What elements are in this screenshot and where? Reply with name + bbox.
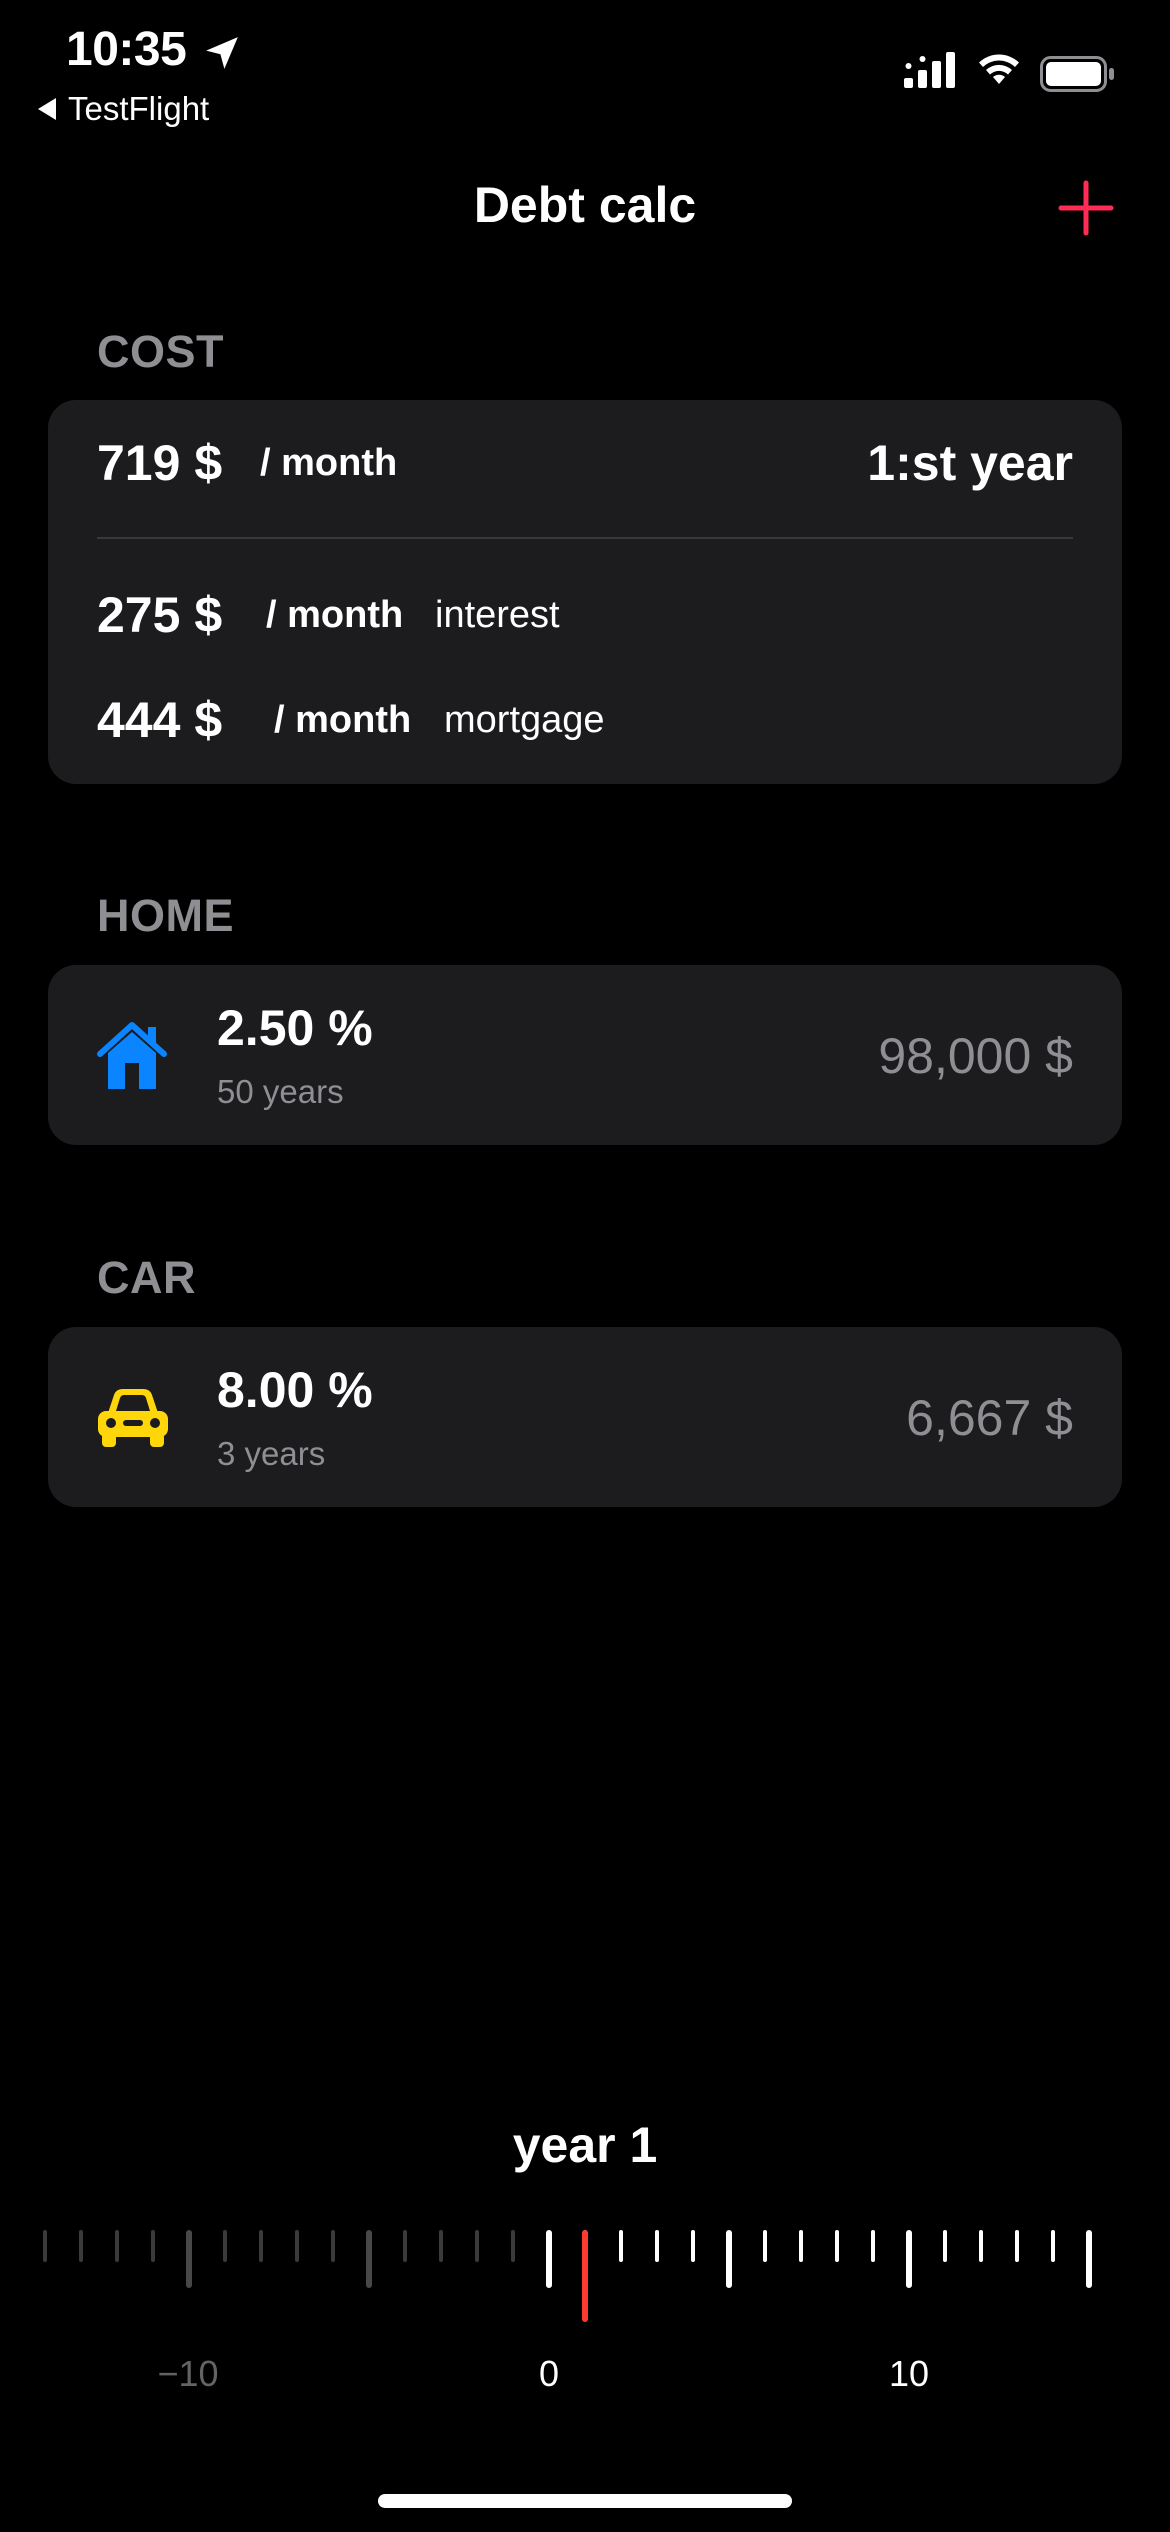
ruler-label-10: 10 [888,2353,930,2394]
mortgage-label: mortgage [444,699,605,741]
cost-section-header: COST [97,326,225,377]
ruler-tick [439,2230,443,2262]
ruler-tick [511,2230,515,2262]
ruler-tick [763,2230,767,2262]
home-section-header: HOME [97,890,234,941]
home-loan-term: 50 years [217,1073,344,1110]
ruler-label-0: 0 [538,2353,560,2394]
ruler-tick [619,2230,623,2262]
home-indicator [378,2494,792,2508]
ruler-tick [79,2230,83,2262]
ruler-tick [1086,2230,1092,2288]
back-label: TestFlight [68,90,210,127]
ruler-tick [259,2230,263,2262]
location-arrow-icon [206,37,238,69]
ruler-tick [331,2230,335,2262]
wifi-icon [979,54,1019,84]
interest-per-month: / month [266,594,404,636]
ruler-tick [835,2230,839,2262]
ruler-tick [151,2230,155,2262]
page-title: Debt calc [473,177,697,233]
ruler-tick [871,2230,875,2262]
cost-year-label: 1:st year [867,435,1073,491]
car-loan-term: 3 years [217,1435,326,1472]
ruler-label-minus-10: −10 [157,2353,219,2394]
status-time: 10:35 [66,23,187,76]
total-monthly-amount: 719 $ [97,435,223,491]
ruler-tick [403,2230,407,2262]
home-interest-rate: 2.50 % [217,1000,373,1056]
back-to-testflight-button[interactable]: TestFlight [38,90,209,128]
cost-card: 719 $ / month 1:st year 275 $ / month in… [48,400,1122,784]
ruler-tick [43,2230,47,2262]
ruler-tick [726,2230,732,2288]
selected-year-title: year 1 [512,2117,658,2173]
ruler-tick [655,2230,659,2262]
mortgage-per-month: / month [274,699,412,741]
ruler-tick [366,2230,372,2288]
mortgage-amount: 444 $ [97,692,223,748]
interest-amount: 275 $ [97,587,223,643]
ruler-tick [186,2230,192,2288]
ruler-tick [799,2230,803,2262]
cellular-signal-icon [904,52,955,88]
ruler-tick [906,2230,912,2288]
car-icon [98,1389,168,1447]
home-loan-amount: 98,000 $ [878,1028,1073,1084]
year-ruler-slider[interactable] [0,2230,1170,2340]
ruler-tick [979,2230,983,2262]
car-interest-rate: 8.00 % [217,1362,373,1418]
ruler-tick [295,2230,299,2262]
battery-icon [1040,56,1114,92]
ruler-tick [115,2230,119,2262]
car-section-header: CAR [97,1252,196,1303]
total-per-month: / month [260,442,398,484]
ruler-tick [475,2230,479,2262]
ruler-tick [1051,2230,1055,2262]
car-loan-row[interactable]: 8.00 % 3 years 6,667 $ [48,1327,1122,1507]
house-icon [97,1022,167,1089]
ruler-tick [943,2230,947,2262]
selected-year-indicator[interactable] [582,2230,588,2322]
add-debt-button[interactable] [1058,180,1114,236]
home-loan-row[interactable]: 2.50 % 50 years 98,000 $ [48,965,1122,1145]
back-triangle-icon [38,98,56,120]
ruler-tick [691,2230,695,2262]
ruler-tick [1015,2230,1019,2262]
car-loan-amount: 6,667 $ [906,1390,1073,1446]
cost-divider [97,537,1073,539]
ruler-tick [223,2230,227,2262]
ruler-tick [546,2230,552,2288]
plus-icon [1058,180,1114,236]
interest-label: interest [435,594,560,636]
